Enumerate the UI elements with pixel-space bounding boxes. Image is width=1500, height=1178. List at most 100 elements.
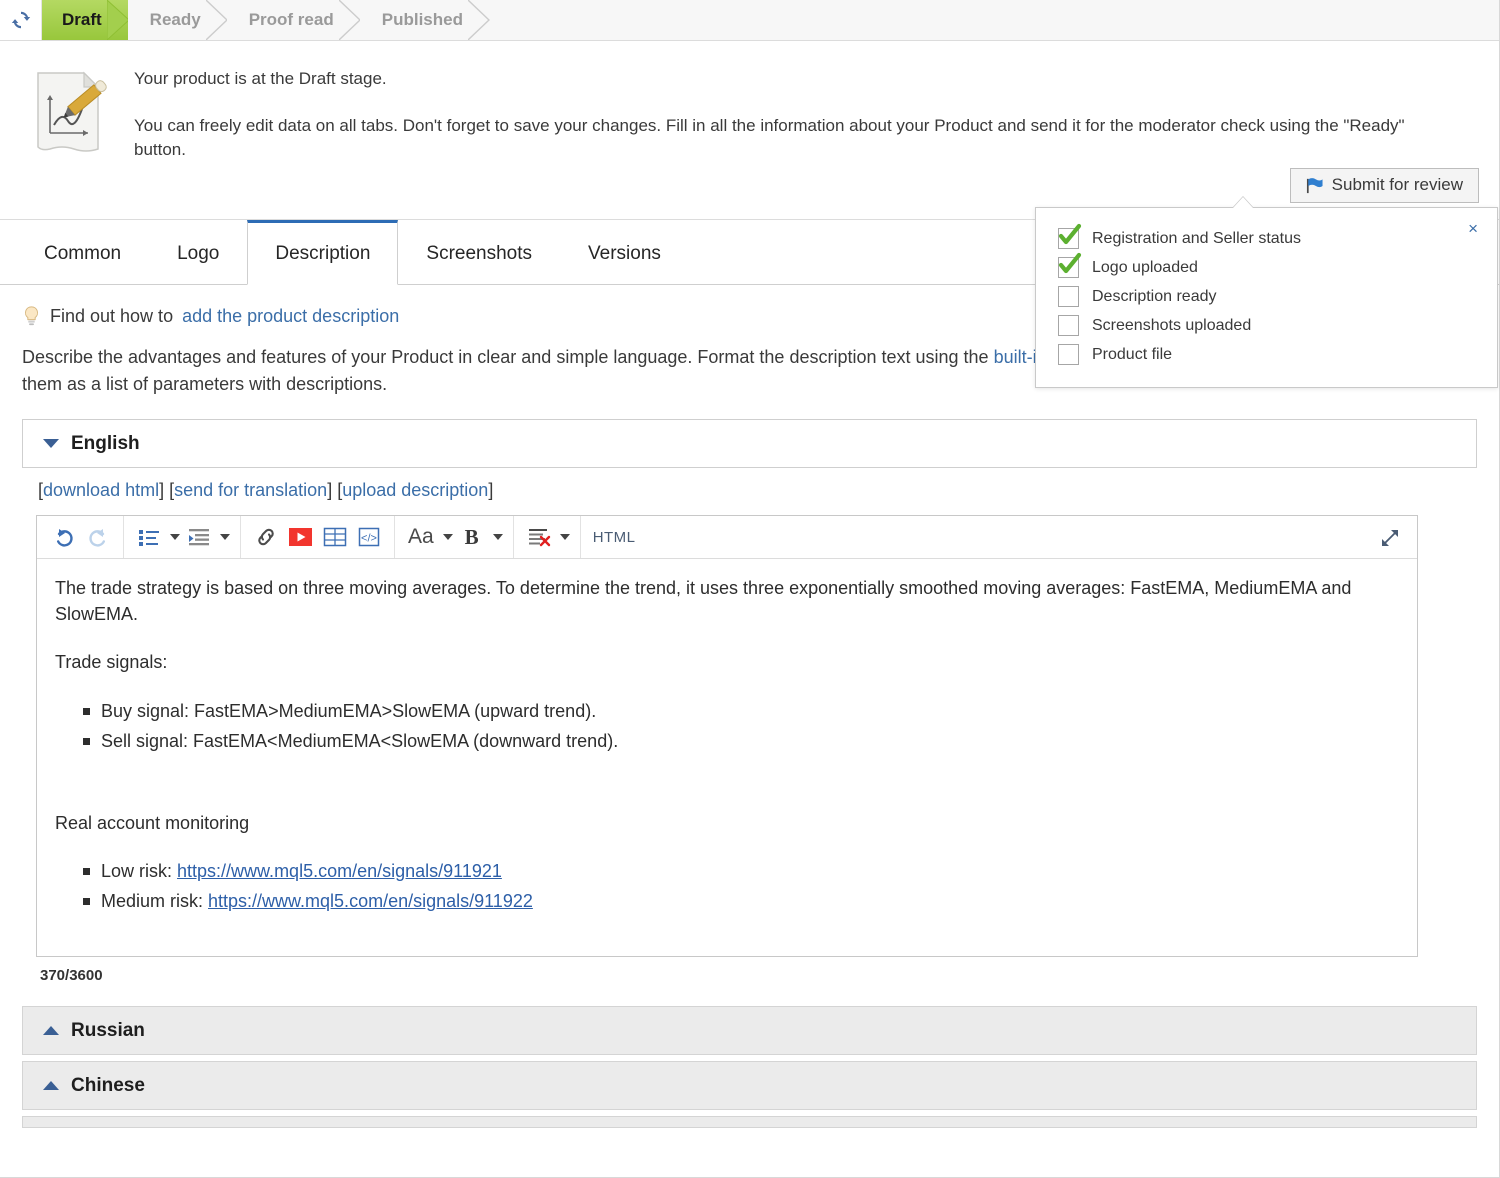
clear-format-dropdown-caret-icon[interactable]	[559, 534, 570, 541]
accordion-body-english: [download html] [send for translation] […	[22, 468, 1477, 984]
checkbox-checked-icon[interactable]	[1058, 252, 1082, 278]
video-button[interactable]	[285, 520, 316, 554]
workflow-step-label: Proof read	[248, 10, 334, 29]
checklist-label: Description ready	[1092, 287, 1217, 305]
workflow-status-bar: Draft Ready Proof read Published	[0, 0, 1499, 41]
tab-label: Description	[275, 242, 371, 264]
workflow-step-ready[interactable]: Ready	[127, 0, 228, 40]
bracket-mid-2: ] [	[327, 480, 343, 501]
link-icon	[258, 529, 274, 546]
accordion-label: English	[71, 432, 140, 454]
bold-dropdown-caret-icon[interactable]	[492, 534, 503, 541]
redo-button[interactable]	[83, 520, 113, 554]
notice-text: Your product is at the Draft stage. You …	[134, 63, 1479, 201]
checklist-row[interactable]: Product file	[1058, 344, 1475, 365]
lightbulb-icon	[24, 306, 39, 326]
clear-format-icon	[528, 529, 550, 547]
submit-for-review-label: Submit for review	[1331, 175, 1463, 194]
refresh-icon	[11, 11, 30, 29]
expand-editor-button[interactable]	[1373, 521, 1407, 554]
signal-link-low-risk[interactable]: https://www.mql5.com/en/signals/911921	[177, 861, 502, 881]
svg-text:</>: </>	[361, 533, 377, 545]
clear-format-button[interactable]	[524, 520, 554, 554]
indent-button[interactable]	[184, 520, 214, 554]
table-button[interactable]	[320, 520, 350, 554]
tab-screenshots[interactable]: Screenshots	[398, 221, 560, 285]
product-editor-page: Draft Ready Proof read Published Your pr…	[0, 0, 1500, 1178]
list-item: Buy signal: FastEMA>MediumEMA>SlowEMA (u…	[83, 698, 1399, 724]
code-icon: </>	[358, 528, 380, 547]
submission-checklist-popup: × Registration and Seller status Logo up…	[1035, 207, 1498, 388]
download-html-link[interactable]: download html	[43, 480, 159, 500]
code-button[interactable]: </>	[354, 520, 384, 554]
tab-common[interactable]: Common	[16, 221, 149, 285]
description-part1: Describe the advantages and features of …	[22, 347, 994, 367]
list-item: Low risk: https://www.mql5.com/en/signal…	[83, 858, 1399, 884]
close-icon[interactable]: ×	[1463, 217, 1483, 240]
chevron-up-icon	[43, 1026, 59, 1035]
toolbar-group-text: Aa B	[395, 516, 514, 559]
submit-for-review-button[interactable]: Submit for review	[1289, 168, 1479, 203]
workflow-step-draft[interactable]: Draft	[42, 0, 129, 40]
tab-label: Logo	[177, 242, 220, 264]
bold-button[interactable]: B	[457, 520, 487, 554]
notice-line-2: You can freely edit data on all tabs. Do…	[134, 115, 1405, 160]
editor-paragraph-3: Real account monitoring	[55, 812, 250, 833]
step-chevron-icon	[106, 0, 129, 40]
accordion-header-next-language[interactable]	[22, 1116, 1477, 1128]
bullet-list-button[interactable]	[134, 520, 164, 554]
upload-description-link[interactable]: upload description	[342, 480, 488, 500]
accordion-header-english[interactable]: English	[22, 419, 1477, 469]
tab-description[interactable]: Description	[247, 220, 399, 285]
tab-logo[interactable]: Logo	[149, 221, 247, 285]
toolbar-group-lists	[124, 516, 241, 559]
checklist-row[interactable]: Logo uploaded	[1058, 252, 1475, 278]
undo-button[interactable]	[49, 520, 79, 554]
monitoring-prefix: Low risk:	[101, 860, 178, 881]
font-dropdown-caret-icon[interactable]	[442, 534, 453, 541]
editor-paragraph-2: Trade signals:	[55, 652, 168, 673]
refresh-button[interactable]	[0, 0, 42, 40]
checkbox-checked-icon[interactable]	[1058, 223, 1082, 249]
checklist-label: Logo uploaded	[1092, 258, 1198, 276]
toolbar-group-insert: </>	[241, 516, 395, 559]
checkbox-unchecked-icon[interactable]	[1058, 344, 1079, 365]
editor-content-area[interactable]: The trade strategy is based on three mov…	[37, 559, 1417, 956]
toolbar-group-clear	[514, 516, 581, 559]
table-icon	[323, 528, 347, 547]
indent-dropdown-caret-icon[interactable]	[220, 534, 230, 541]
checklist-row[interactable]: Registration and Seller status	[1058, 223, 1475, 249]
list-item: Medium risk: https://www.mql5.com/en/sig…	[83, 888, 1399, 914]
tab-versions[interactable]: Versions	[560, 221, 689, 285]
character-counter: 370/3600	[40, 967, 103, 984]
description-tab-content: Find out how to add the product descript…	[0, 285, 1499, 1128]
send-for-translation-link[interactable]: send for translation	[174, 480, 327, 500]
document-pencil-icon	[37, 71, 107, 152]
font-button[interactable]: Aa	[405, 520, 437, 554]
workflow-step-proof-read[interactable]: Proof read	[226, 0, 361, 40]
accordion-label: Chinese	[71, 1074, 145, 1096]
checklist-row[interactable]: Screenshots uploaded	[1058, 315, 1475, 336]
step-chevron-icon	[338, 0, 361, 40]
checklist-label: Product file	[1092, 345, 1173, 363]
bracket-close: ]	[488, 480, 494, 501]
tab-label: Common	[44, 242, 122, 264]
html-mode-button[interactable]: HTML	[581, 529, 648, 546]
bracket-mid: ] [	[159, 480, 175, 501]
video-icon	[289, 528, 312, 547]
tab-label: Screenshots	[426, 242, 533, 264]
signal-link-medium-risk[interactable]: https://www.mql5.com/en/signals/911922	[208, 891, 533, 911]
accordion-header-russian[interactable]: Russian	[22, 1006, 1477, 1055]
bullet-list-dropdown-caret-icon[interactable]	[170, 534, 180, 541]
checkbox-unchecked-icon[interactable]	[1058, 315, 1079, 336]
monitoring-prefix: Medium risk:	[101, 890, 209, 911]
flag-icon	[1306, 177, 1323, 193]
checklist-row[interactable]: Description ready	[1058, 286, 1475, 307]
indent-icon	[189, 529, 209, 546]
checkbox-unchecked-icon[interactable]	[1058, 286, 1079, 307]
accordion-header-chinese[interactable]: Chinese	[22, 1061, 1477, 1110]
add-product-description-link[interactable]: add the product description	[182, 306, 399, 327]
link-button[interactable]	[251, 520, 281, 554]
list-item: Sell signal: FastEMA<MediumEMA<SlowEMA (…	[83, 728, 1399, 754]
workflow-step-published[interactable]: Published	[359, 0, 490, 40]
